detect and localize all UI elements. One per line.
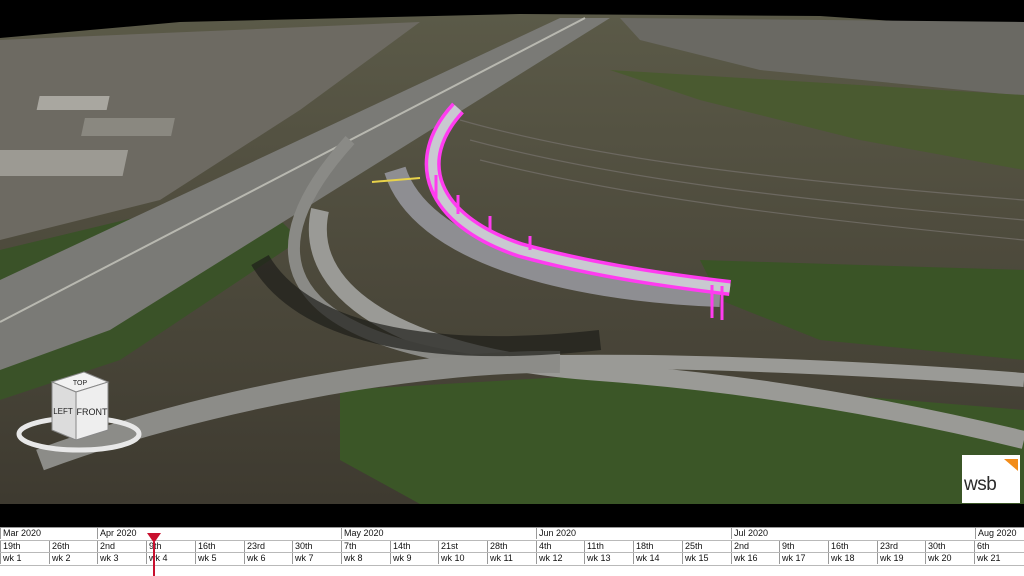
timeline-week-label: wk 5 (195, 553, 244, 564)
timeline-day-label: 2nd (731, 541, 780, 552)
timeline-week-label: wk 19 (877, 553, 926, 564)
timeline-week-label: wk 16 (731, 553, 780, 564)
wsb-logo: wsb (962, 455, 1020, 503)
timeline-week-label: wk 10 (438, 553, 487, 564)
timeline-week-label: wk 3 (97, 553, 146, 564)
timeline-day-label: 2nd (97, 541, 146, 552)
timeline-day-label: 11th (584, 541, 633, 552)
timeline-day-label: 23rd (244, 541, 293, 552)
timeline-day-label: 19th (0, 541, 49, 552)
timeline-month-label: Jun 2020 (536, 528, 731, 539)
timeline-week-label: wk 1 (0, 553, 49, 564)
aerial-scene[interactable] (0, 0, 1024, 504)
timeline-week-label: wk 2 (49, 553, 98, 564)
timeline-day-label: 9th (779, 541, 828, 552)
timeline-playhead[interactable] (147, 533, 161, 543)
timeline-day-label: 18th (633, 541, 682, 552)
timeline-month-label: Apr 2020 (97, 528, 341, 539)
timeline-month-label: Jul 2020 (731, 528, 975, 539)
timeline-week-label: wk 12 (536, 553, 585, 564)
timeline-week-label: wk 11 (487, 553, 536, 564)
timeline[interactable]: Mar 2020 Apr 2020 May 2020 Jun 2020 Jul 2020… (0, 527, 1024, 576)
warehouse-roof (36, 96, 110, 110)
timeline-month-label: Aug 2020 (975, 528, 1024, 539)
timeline-week-label: wk 13 (584, 553, 633, 564)
timeline-day-label: 7th (341, 541, 390, 552)
timeline-day-label: 4th (536, 541, 585, 552)
3d-viewport[interactable]: TOP LEFT FRONT wsb (0, 0, 1024, 504)
timeline-day-label: 23rd (877, 541, 926, 552)
timeline-week-label: wk 18 (828, 553, 877, 564)
timeline-week-label: wk 20 (925, 553, 974, 564)
timeline-week-label: wk 6 (244, 553, 293, 564)
wsb-logo-mark (1004, 459, 1018, 471)
timeline-day-label: 16th (195, 541, 244, 552)
timeline-day-label: 30th (925, 541, 974, 552)
view-cube[interactable]: TOP LEFT FRONT (14, 368, 144, 458)
view-cube-front-label: FRONT (77, 407, 108, 417)
wsb-logo-text: wsb (964, 474, 997, 495)
timeline-week-label: wk 17 (779, 553, 828, 564)
warehouse-roof (0, 150, 129, 176)
timeline-month-label: May 2020 (341, 528, 536, 539)
timeline-month-label: Mar 2020 (0, 528, 97, 539)
timeline-day-label: 16th (828, 541, 877, 552)
timeline-day-label: 14th (390, 541, 439, 552)
timeline-week-label: wk 9 (390, 553, 439, 564)
timeline-playhead-line[interactable] (153, 542, 155, 576)
timeline-week-label: wk 21 (974, 553, 1023, 564)
timeline-week-label: wk 14 (633, 553, 682, 564)
timeline-week-label: wk 8 (341, 553, 390, 564)
timeline-day-label: 25th (682, 541, 731, 552)
timeline-day-label: 21st (438, 541, 487, 552)
view-cube-top-label: TOP (73, 380, 88, 387)
view-cube-left-label: LEFT (53, 407, 73, 416)
warehouse-roof (81, 118, 175, 136)
timeline-week-label: wk 7 (292, 553, 341, 564)
timeline-day-label: 26th (49, 541, 98, 552)
timeline-day-label: 30th (292, 541, 341, 552)
timeline-week-label: wk 15 (682, 553, 731, 564)
timeline-day-label: 28th (487, 541, 536, 552)
timeline-day-label: 6th (974, 541, 1023, 552)
